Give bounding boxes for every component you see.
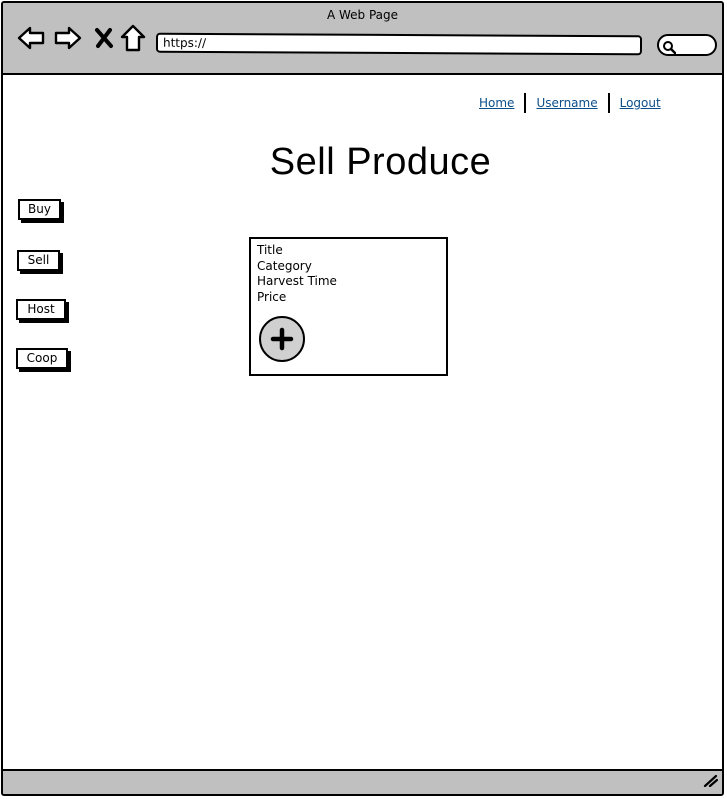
plus-icon bbox=[270, 327, 294, 351]
buy-button[interactable]: Buy bbox=[18, 199, 61, 220]
harvest-time-field: Harvest Time bbox=[257, 274, 337, 288]
browser-window: A Web Page https:// Home Username Logout… bbox=[1, 1, 724, 796]
status-bar bbox=[3, 769, 722, 794]
sell-button[interactable]: Sell bbox=[17, 250, 60, 271]
host-button[interactable]: Host bbox=[16, 299, 66, 320]
url-input[interactable]: https:// bbox=[155, 32, 643, 56]
category-field: Category bbox=[257, 258, 312, 273]
coop-button[interactable]: Coop bbox=[16, 348, 68, 369]
resize-grip-icon[interactable] bbox=[702, 772, 719, 791]
nav-divider bbox=[607, 93, 610, 113]
nav-divider bbox=[524, 93, 527, 113]
back-icon[interactable] bbox=[16, 23, 46, 53]
search-icon bbox=[662, 39, 677, 58]
browser-toolbar: A Web Page https:// bbox=[3, 3, 722, 75]
price-field: Price bbox=[257, 289, 287, 304]
logout-link[interactable]: Logout bbox=[616, 96, 665, 110]
page-title: Sell Produce bbox=[269, 141, 492, 183]
window-title: A Web Page bbox=[326, 8, 399, 22]
forward-icon[interactable] bbox=[53, 23, 83, 53]
top-nav: Home Username Logout bbox=[475, 93, 665, 113]
browser-search-input[interactable] bbox=[657, 34, 717, 56]
add-produce-button[interactable] bbox=[259, 316, 305, 362]
home-icon[interactable] bbox=[118, 23, 148, 53]
home-link[interactable]: Home bbox=[475, 96, 518, 110]
username-link[interactable]: Username bbox=[532, 96, 601, 110]
card-fields: Title Category Harvest Time Price bbox=[251, 239, 446, 305]
title-field: Title bbox=[257, 243, 283, 257]
produce-card: Title Category Harvest Time Price bbox=[249, 237, 448, 376]
close-icon[interactable] bbox=[89, 23, 119, 53]
